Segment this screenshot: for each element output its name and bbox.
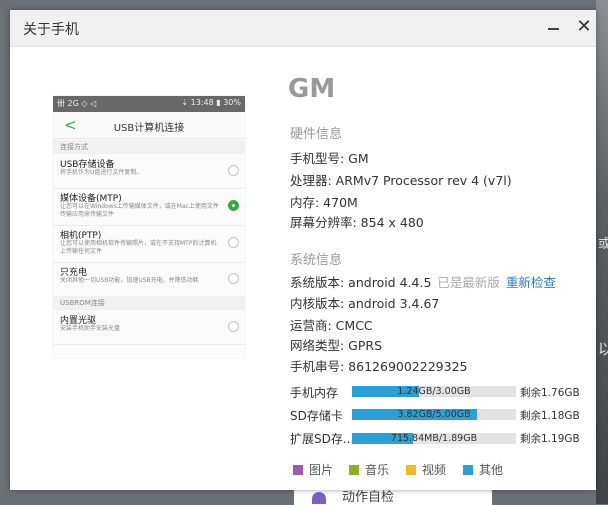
legend-item-music: 音乐 xyxy=(349,461,389,478)
processor: 处理器: ARMv7 Processor rev 4 (v7l) xyxy=(290,173,512,188)
system-version-row: 系统版本: android 4.4.5 已是最新版 重新检查 xyxy=(290,272,556,291)
radio-icon xyxy=(228,237,239,248)
storage-label: SD存储卡 xyxy=(290,409,343,423)
network-type: 网络类型: GPRS xyxy=(290,338,383,353)
carrier: 运营商: CMCC xyxy=(290,318,373,333)
legend-label: 图片 xyxy=(309,463,334,477)
phone-option-desc: 让您可以在Windows上传输媒体文件，或在Mac上使用文件传输应用来传输文件 xyxy=(60,203,219,218)
legend-label: 其他 xyxy=(479,463,504,477)
phone-option-desc: 安装手机助手安装光盘 xyxy=(60,325,121,332)
phone-status-bar: 卌 2G ◇ ◁ ⇣ 13:48 ▮ 30% xyxy=(53,96,245,112)
storage-free: 剩余1.19GB xyxy=(520,433,580,445)
phone-option-item: USB存储设备 将手机作为U盘进行文件复制。 xyxy=(53,154,245,189)
phone-option-desc: 关闭其他一切USB功能，加速USB充电，并降低功耗 xyxy=(60,277,199,284)
legend-item-pictures: 图片 xyxy=(293,461,333,478)
legend-swatch xyxy=(406,465,416,475)
phone-model: 手机型号: GM xyxy=(290,151,369,166)
background-text-2: 以 xyxy=(598,340,608,358)
storage-usage: 1.24GB/3.00GB xyxy=(397,386,471,397)
hardware-heading: 硬件信息 xyxy=(290,127,343,142)
storage-bar: 3.82GB/5.00GB xyxy=(352,409,516,420)
storage-free: 剩余1.76GB xyxy=(520,387,580,399)
dialog-title: 关于手机 xyxy=(23,22,79,38)
legend-swatch xyxy=(463,465,473,475)
radio-selected-icon xyxy=(228,200,239,211)
close-button[interactable]: ✕ xyxy=(574,16,594,38)
screen-resolution: 屏幕分辨率: 854 x 480 xyxy=(290,215,424,230)
background-window-edge xyxy=(596,0,608,504)
storage-bar: 1.24GB/3.00GB xyxy=(352,386,516,397)
phone-header: < USB计算机连接 xyxy=(53,112,245,139)
storage-label: 手机内存 xyxy=(290,386,339,400)
storage-label: 扩展SD存... xyxy=(290,432,355,446)
radio-icon xyxy=(228,165,239,176)
legend-label: 音乐 xyxy=(365,463,390,477)
phone-screen-preview: 卌 2G ◇ ◁ ⇣ 13:48 ▮ 30% < USB计算机连接 连接方式 U… xyxy=(53,96,245,358)
legend-item-other: 其他 xyxy=(463,461,503,478)
storage-usage: 3.82GB/5.00GB xyxy=(397,409,471,420)
about-phone-dialog: 关于手机 ✕ 卌 2G ◇ ◁ ⇣ 13:48 ▮ 30% < USB计算机连接… xyxy=(10,10,596,490)
phone-brand: GM xyxy=(288,74,336,104)
radio-icon xyxy=(228,321,239,332)
minimize-button[interactable] xyxy=(544,18,564,38)
legend-swatch xyxy=(293,465,303,475)
storage-usage: 715.84MB/1.89GB xyxy=(390,433,478,444)
phone-option-item: 只充电 关闭其他一切USB功能，加速USB充电，并降低功耗 xyxy=(53,262,245,297)
phone-option-desc: 让您可以使用相机软件传输照片，或在不支持MTP的计算机上传输任何文件 xyxy=(60,240,217,255)
background-text: 或 xyxy=(598,237,608,252)
storage-free: 剩余1.18GB xyxy=(520,410,580,422)
version-status: 已是最新版 xyxy=(437,275,500,290)
phone-option-item: 媒体设备(MTP) 让您可以在Windows上传输媒体文件，或在Mac上使用文件… xyxy=(53,188,245,226)
phone-status-right: ⇣ 13:48 ▮ 30% xyxy=(181,98,241,107)
phone-option-desc: 将手机作为U盘进行文件复制。 xyxy=(60,169,143,176)
storage-bar: 715.84MB/1.89GB xyxy=(352,433,516,444)
imei: 手机串号: 861269002229325 xyxy=(290,359,468,374)
phone-header-title: USB计算机连接 xyxy=(113,123,185,134)
dialog-titlebar[interactable]: 关于手机 ✕ xyxy=(10,10,596,47)
phone-section-label: USBROM连接 xyxy=(60,299,105,307)
phone-option-item: 内置光驱 安装手机助手安装光盘 xyxy=(53,310,245,345)
phone-option-item: 相机(PTP) 让您可以使用相机软件传输照片，或在不支持MTP的计算机上传输任何… xyxy=(53,225,245,263)
system-version: 系统版本: android 4.4.5 xyxy=(290,275,432,290)
legend-swatch xyxy=(349,465,359,475)
memory: 内存: 470M xyxy=(290,195,358,210)
recheck-link[interactable]: 重新检查 xyxy=(506,275,556,290)
system-heading: 系统信息 xyxy=(290,253,343,268)
phone-section-header: 连接方式 xyxy=(53,140,245,154)
legend-item-video: 视频 xyxy=(406,461,446,478)
phone-section-header: USBROM连接 xyxy=(53,296,245,310)
phone-status-left: 卌 2G ◇ ◁ xyxy=(57,99,97,108)
phone-section-label: 连接方式 xyxy=(60,143,88,151)
kernel-version: 内核版本: android 3.4.67 xyxy=(290,296,440,311)
legend-label: 视频 xyxy=(422,463,447,477)
background-app-icon xyxy=(312,492,326,504)
radio-icon xyxy=(228,273,239,284)
